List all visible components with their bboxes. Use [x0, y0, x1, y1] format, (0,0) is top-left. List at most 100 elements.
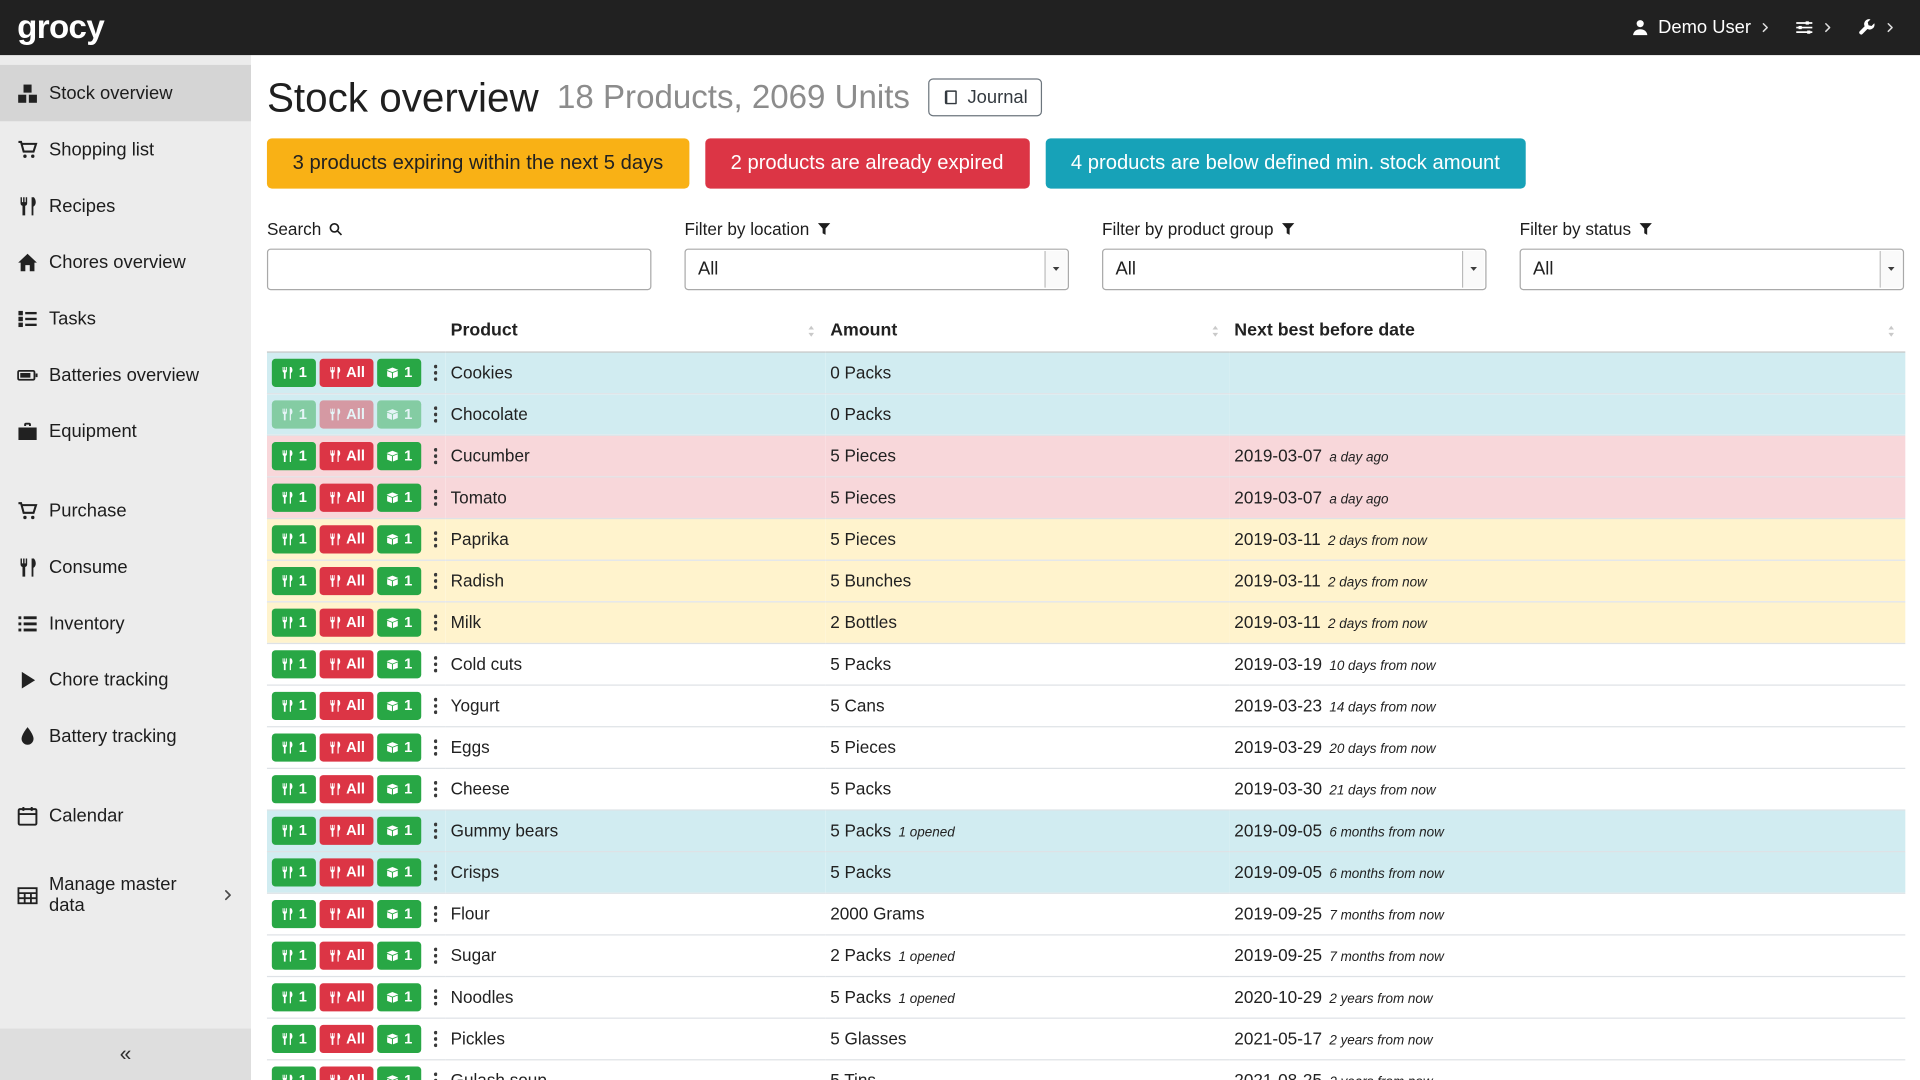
- sidebar-item-battery-tracking[interactable]: Battery tracking: [0, 708, 251, 764]
- row-menu-button[interactable]: [433, 904, 438, 922]
- open-one-button[interactable]: 1: [377, 775, 421, 803]
- row-menu-button[interactable]: [433, 821, 438, 839]
- row-menu-button[interactable]: [433, 780, 438, 798]
- sidebar-item-shopping-list[interactable]: Shopping list: [0, 121, 251, 177]
- consume-all-button[interactable]: All: [319, 566, 373, 594]
- row-menu-button[interactable]: [433, 863, 438, 881]
- consume-all-button[interactable]: All: [319, 900, 373, 928]
- consume-all-button[interactable]: All: [319, 525, 373, 553]
- consume-all-button[interactable]: All: [319, 858, 373, 886]
- expired-alert[interactable]: 2 products are already expired: [705, 138, 1029, 188]
- consume-one-button[interactable]: 1: [272, 566, 316, 594]
- open-one-button[interactable]: 1: [377, 483, 421, 511]
- open-one-button[interactable]: 1: [377, 525, 421, 553]
- consume-all-button[interactable]: All: [319, 358, 373, 386]
- row-menu-button[interactable]: [433, 488, 438, 506]
- sidebar-item-tasks[interactable]: Tasks: [0, 290, 251, 346]
- consume-one-button[interactable]: 1: [272, 358, 316, 386]
- consume-one-button[interactable]: 1: [272, 858, 316, 886]
- sidebar-item-chores-overview[interactable]: Chores overview: [0, 234, 251, 290]
- open-one-button[interactable]: 1: [377, 983, 421, 1011]
- open-one-button[interactable]: 1: [377, 1024, 421, 1052]
- sidebar-item-batteries-overview[interactable]: Batteries overview: [0, 347, 251, 403]
- below-min-stock-alert[interactable]: 4 products are below defined min. stock …: [1045, 138, 1525, 188]
- consume-all-button[interactable]: All: [319, 650, 373, 678]
- user-menu[interactable]: Demo User: [1631, 17, 1770, 38]
- consume-all-button[interactable]: All: [319, 733, 373, 761]
- admin-menu[interactable]: [1858, 18, 1896, 36]
- consume-all-button[interactable]: All: [319, 775, 373, 803]
- consume-one-button[interactable]: 1: [272, 775, 316, 803]
- consume-one-button[interactable]: 1: [272, 1024, 316, 1052]
- row-menu-button[interactable]: [433, 988, 438, 1006]
- row-menu-button[interactable]: [433, 530, 438, 548]
- sidebar-item-purchase[interactable]: Purchase: [0, 482, 251, 538]
- consume-all-button[interactable]: All: [319, 941, 373, 969]
- consume-one-button[interactable]: 1: [272, 733, 316, 761]
- row-menu-button[interactable]: [433, 1071, 438, 1080]
- consume-one-button[interactable]: 1: [272, 816, 316, 844]
- consume-one-button[interactable]: 1: [272, 691, 316, 719]
- consume-one-button[interactable]: 1: [272, 400, 316, 428]
- sidebar-item-chore-tracking[interactable]: Chore tracking: [0, 651, 251, 707]
- open-one-button[interactable]: 1: [377, 608, 421, 636]
- open-one-button[interactable]: 1: [377, 858, 421, 886]
- open-one-button[interactable]: 1: [377, 400, 421, 428]
- row-menu-button[interactable]: [433, 363, 438, 381]
- open-one-button[interactable]: 1: [377, 1066, 421, 1080]
- row-menu-button[interactable]: [433, 946, 438, 964]
- sidebar-item-manage-master-data[interactable]: Manage master data: [0, 867, 251, 923]
- sidebar-item-calendar[interactable]: Calendar: [0, 787, 251, 843]
- row-menu-button[interactable]: [433, 405, 438, 423]
- row-menu-button[interactable]: [433, 655, 438, 673]
- sidebar-collapse-button[interactable]: «: [0, 1029, 251, 1080]
- expiring-alert[interactable]: 3 products expiring within the next 5 da…: [267, 138, 689, 188]
- consume-one-button[interactable]: 1: [272, 650, 316, 678]
- consume-all-button[interactable]: All: [319, 1066, 373, 1080]
- row-menu-button[interactable]: [433, 571, 438, 589]
- consume-one-button[interactable]: 1: [272, 483, 316, 511]
- consume-one-button[interactable]: 1: [272, 983, 316, 1011]
- consume-one-button[interactable]: 1: [272, 608, 316, 636]
- sidebar-item-consume[interactable]: Consume: [0, 539, 251, 595]
- open-one-button[interactable]: 1: [377, 442, 421, 470]
- consume-all-button[interactable]: All: [319, 400, 373, 428]
- open-one-button[interactable]: 1: [377, 691, 421, 719]
- settings-menu[interactable]: [1795, 18, 1833, 36]
- filter-by-location-select[interactable]: All: [684, 248, 1068, 290]
- consume-one-button[interactable]: 1: [272, 442, 316, 470]
- consume-all-button[interactable]: All: [319, 816, 373, 844]
- open-one-button[interactable]: 1: [377, 733, 421, 761]
- open-one-button[interactable]: 1: [377, 650, 421, 678]
- journal-button[interactable]: Journal: [928, 79, 1042, 117]
- consume-all-button[interactable]: All: [319, 983, 373, 1011]
- row-menu-button[interactable]: [433, 613, 438, 631]
- consume-one-button[interactable]: 1: [272, 900, 316, 928]
- row-menu-button[interactable]: [433, 696, 438, 714]
- col-amount[interactable]: Amount: [825, 312, 1229, 352]
- consume-all-button[interactable]: All: [319, 1024, 373, 1052]
- filter-by-status-select[interactable]: All: [1520, 248, 1904, 290]
- filter-by-product-group-select[interactable]: All: [1102, 248, 1486, 290]
- consume-one-button[interactable]: 1: [272, 941, 316, 969]
- sidebar-item-inventory[interactable]: Inventory: [0, 595, 251, 651]
- open-one-button[interactable]: 1: [377, 358, 421, 386]
- consume-all-button[interactable]: All: [319, 608, 373, 636]
- consume-all-button[interactable]: All: [319, 691, 373, 719]
- row-menu-button[interactable]: [433, 738, 438, 756]
- col-product[interactable]: Product: [446, 312, 826, 352]
- row-menu-button[interactable]: [433, 446, 438, 464]
- search-input[interactable]: [267, 248, 651, 290]
- consume-one-button[interactable]: 1: [272, 525, 316, 553]
- col-next-best-before-date[interactable]: Next best before date: [1229, 312, 1905, 352]
- open-one-button[interactable]: 1: [377, 816, 421, 844]
- sidebar-item-equipment[interactable]: Equipment: [0, 403, 251, 459]
- open-one-button[interactable]: 1: [377, 566, 421, 594]
- open-one-button[interactable]: 1: [377, 941, 421, 969]
- row-menu-button[interactable]: [433, 1029, 438, 1047]
- open-one-button[interactable]: 1: [377, 900, 421, 928]
- sidebar-item-stock-overview[interactable]: Stock overview: [0, 65, 251, 121]
- consume-all-button[interactable]: All: [319, 483, 373, 511]
- sidebar-item-recipes[interactable]: Recipes: [0, 178, 251, 234]
- consume-all-button[interactable]: All: [319, 442, 373, 470]
